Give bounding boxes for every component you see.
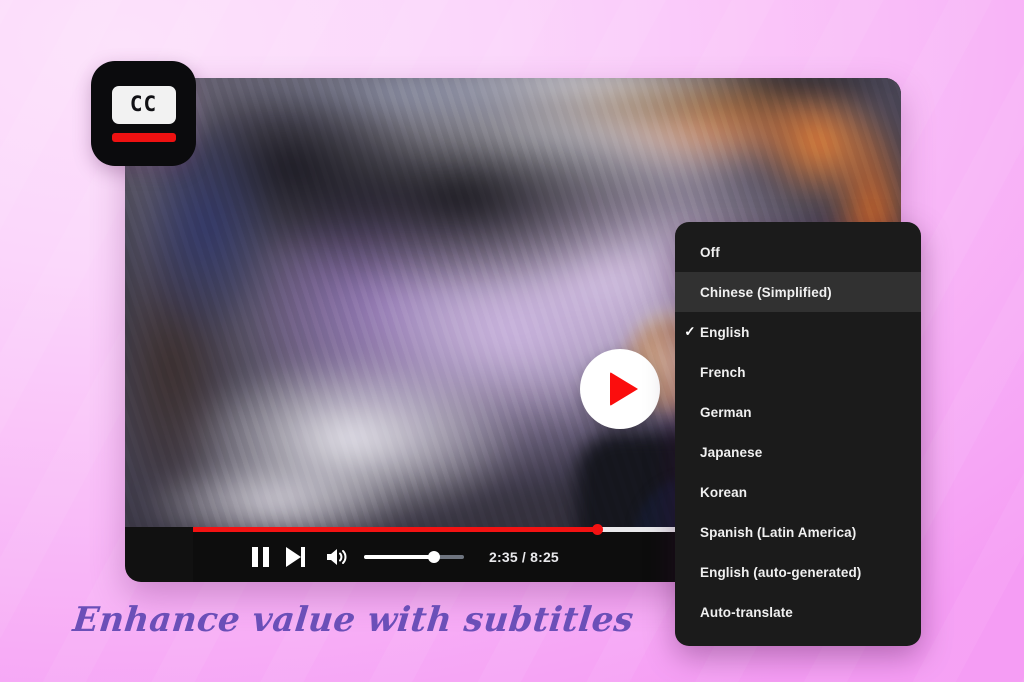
subtitle-menu-item-label: Spanish (Latin America) <box>700 524 857 540</box>
subtitle-menu-item[interactable]: German <box>675 392 921 432</box>
pause-icon-bar-left <box>251 547 258 567</box>
next-track-button[interactable] <box>284 546 306 568</box>
pause-icon-bar-right <box>262 547 269 567</box>
subtitle-menu-item[interactable]: English (auto-generated) <box>675 552 921 592</box>
subtitle-menu-item-label: English <box>700 324 750 340</box>
time-display: 2:35 / 8:25 <box>489 549 559 565</box>
next-track-icon-bar <box>300 547 305 567</box>
volume-button[interactable] <box>325 546 349 568</box>
volume-slider[interactable] <box>364 551 464 563</box>
subtitle-language-menu[interactable]: Off Chinese (Simplified) ✓ English French Ger… <box>675 222 921 646</box>
subtitle-menu-item[interactable]: Chinese (Simplified) <box>675 272 921 312</box>
subtitle-menu-item[interactable]: Off <box>675 232 921 272</box>
check-icon: ✓ <box>684 324 696 339</box>
next-track-icon <box>285 547 301 567</box>
volume-slider-fill <box>364 555 434 559</box>
subtitle-menu-item[interactable]: Japanese <box>675 432 921 472</box>
subtitle-menu-item-label: Japanese <box>700 444 763 460</box>
subtitle-menu-item[interactable]: Auto-translate <box>675 592 921 632</box>
promo-caption: Enhance value with subtitles <box>70 600 636 640</box>
subtitle-menu-item-label: Chinese (Simplified) <box>700 284 832 300</box>
subtitle-menu-item-label: Korean <box>700 484 748 500</box>
subtitle-menu-item[interactable]: ✓ English <box>675 312 921 352</box>
subtitle-menu-item-label: German <box>700 404 752 420</box>
volume-icon <box>327 549 347 565</box>
subtitle-menu-item[interactable]: Spanish (Latin America) <box>675 512 921 552</box>
subtitle-menu-item-label: French <box>700 364 746 380</box>
cc-label: CC <box>129 92 158 116</box>
closed-caption-icon: CC <box>91 61 196 166</box>
subtitle-menu-item-label: Off <box>700 244 720 260</box>
subtitle-menu-item-label: English (auto-generated) <box>700 564 862 580</box>
pause-button[interactable] <box>249 546 271 568</box>
subtitle-menu-item[interactable]: French <box>675 352 921 392</box>
subtitle-menu-item[interactable]: Korean <box>675 472 921 512</box>
volume-slider-knob[interactable] <box>428 551 440 563</box>
play-icon <box>609 372 638 406</box>
play-button[interactable] <box>580 349 660 429</box>
subtitle-menu-item-label: Auto-translate <box>700 604 793 620</box>
promo-canvas: CC 2:35 / 8:25 Off Chinese (Simplified) … <box>0 0 1024 682</box>
cc-underline <box>111 132 176 142</box>
cc-plate: CC <box>111 85 176 124</box>
